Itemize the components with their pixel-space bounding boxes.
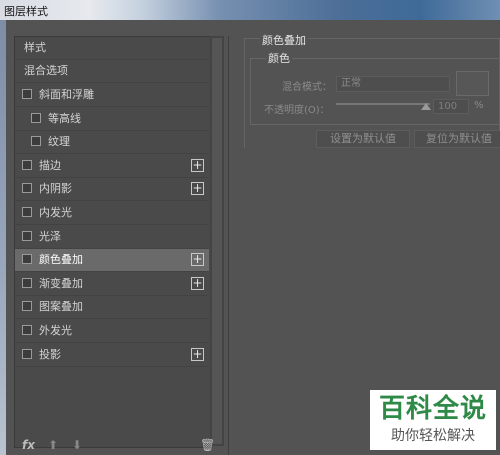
sidebar-item[interactable]: 斜面和浮雕	[15, 84, 209, 107]
add-effect-icon[interactable]: +	[191, 277, 204, 290]
sidebar-item[interactable]: 内发光	[15, 202, 209, 225]
sidebar-item[interactable]: 纹理	[15, 131, 209, 154]
sidebar-header-styles[interactable]: 样式	[15, 37, 209, 60]
checkbox[interactable]	[22, 231, 32, 241]
checkbox[interactable]	[22, 325, 32, 335]
sidebar-item[interactable]: 等高线	[15, 108, 209, 131]
watermark-slogan: 助你轻松解决	[391, 428, 475, 444]
sidebar-item-label: 外发光	[39, 324, 72, 337]
sidebar-item[interactable]: 颜色叠加 +	[15, 249, 209, 272]
group-title: 颜色叠加	[260, 32, 308, 48]
sidebar-item-label: 投影	[39, 348, 61, 361]
opacity-slider-thumb[interactable]	[421, 103, 431, 110]
checkbox[interactable]	[22, 207, 32, 217]
style-list-toolbar: fx ⬆ ⬇ 🗑	[14, 436, 215, 455]
panel-divider	[228, 36, 229, 455]
sidebar-item-label: 纹理	[48, 135, 70, 148]
sidebar-item[interactable]: 外发光	[15, 320, 209, 343]
fx-icon[interactable]: fx	[22, 438, 35, 452]
add-effect-icon[interactable]: +	[191, 348, 204, 361]
reset-default-button[interactable]: 复位为默认值	[414, 130, 500, 148]
blend-mode-label: 混合模式：	[282, 82, 332, 93]
trash-icon[interactable]: 🗑	[200, 438, 215, 452]
background-strip	[0, 20, 6, 455]
sidebar-item-label: 颜色叠加	[39, 253, 83, 266]
window-title: 图层样式	[4, 5, 48, 18]
checkbox[interactable]	[22, 349, 32, 359]
subgroup-title: 颜色	[266, 50, 292, 66]
checkbox[interactable]	[22, 278, 32, 288]
style-list-scrollbar[interactable]	[210, 36, 224, 446]
sidebar-item-blend-options[interactable]: 混合选项	[15, 60, 209, 83]
sidebar-item[interactable]: 内阴影 +	[15, 178, 209, 201]
add-effect-icon[interactable]: +	[191, 159, 204, 172]
sidebar-item-label: 描边	[39, 159, 61, 172]
opacity-input[interactable]: 100	[433, 99, 469, 114]
watermark-logo: 百科全说 助你轻松解决	[370, 390, 496, 450]
sidebar-item[interactable]: 投影 +	[15, 344, 209, 367]
sidebar-item-label: 内阴影	[39, 182, 72, 195]
opacity-label: 不透明度(O)：	[264, 105, 330, 116]
sidebar-item[interactable]: 渐变叠加 +	[15, 273, 209, 296]
sidebar-item[interactable]: 光泽	[15, 226, 209, 249]
opacity-unit: %	[474, 100, 484, 111]
checkbox[interactable]	[22, 183, 32, 193]
sidebar-item-label: 斜面和浮雕	[39, 88, 94, 101]
checkbox[interactable]	[31, 136, 41, 146]
sidebar-item-label: 光泽	[39, 230, 61, 243]
add-effect-icon[interactable]: +	[191, 182, 204, 195]
title-bar: 图层样式	[0, 0, 500, 20]
set-default-button[interactable]: 设置为默认值	[316, 130, 410, 148]
sidebar-item[interactable]: 图案叠加	[15, 296, 209, 319]
watermark-brand: 百科全说	[378, 394, 487, 424]
color-swatch[interactable]	[456, 71, 489, 96]
sidebar-item-label: 图案叠加	[39, 300, 83, 313]
checkbox[interactable]	[31, 113, 41, 123]
checkbox[interactable]	[22, 160, 32, 170]
sidebar-item-label: 等高线	[48, 112, 81, 125]
checkbox[interactable]	[22, 301, 32, 311]
sidebar-item[interactable]: 描边 +	[15, 155, 209, 178]
sidebar-item-label: 渐变叠加	[39, 277, 83, 290]
sidebar-item-label: 内发光	[39, 206, 72, 219]
checkbox[interactable]	[22, 89, 32, 99]
move-up-icon[interactable]: ⬆	[48, 438, 58, 452]
blend-mode-select[interactable]: 正常	[336, 76, 450, 92]
move-down-icon[interactable]: ⬇	[72, 438, 82, 452]
add-effect-icon[interactable]: +	[191, 253, 204, 266]
checkbox[interactable]	[22, 254, 32, 264]
opacity-slider[interactable]	[336, 103, 430, 105]
